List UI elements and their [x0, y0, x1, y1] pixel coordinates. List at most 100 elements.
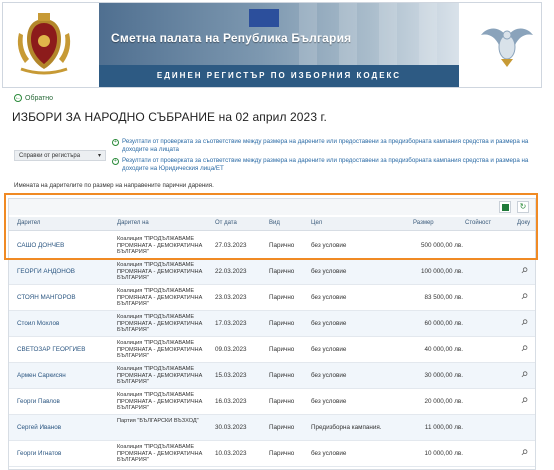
amount-cell: 100 000,00 лв. — [420, 268, 463, 275]
donor-cell: ГЕОРГИ АНДОНОВ — [17, 268, 75, 275]
donor-to-cell: Коалиция "ПРОДЪЛЖАВАМЕ ПРОМЯНАТА - ДЕМОК… — [117, 392, 203, 412]
plus-icon: + — [112, 158, 119, 165]
chevron-down-icon: ▾ — [97, 153, 101, 159]
column-header-type[interactable]: Вид — [269, 220, 280, 226]
report-link-legal-entities[interactable]: Резултати от проверката за съответствие … — [122, 157, 542, 173]
purpose-cell: без условие — [311, 268, 347, 275]
table-row[interactable]: ГЕОРГИ АНДОНОВ Коалиция "ПРОДЪЛЖАВАМЕ ПРО… — [9, 259, 535, 285]
attachment-icon[interactable]: ⚲ — [519, 291, 532, 304]
back-arrow-icon: ← — [14, 94, 22, 102]
column-header-purpose[interactable]: Цел — [311, 220, 322, 226]
table-row[interactable]: Георги Игнатов Коалиция "ПРОДЪЛЖАВАМЕ ПРО… — [9, 441, 535, 467]
eu-flag-icon — [249, 9, 279, 27]
banner-image: Сметна палата на Република България ЕДИН… — [99, 3, 459, 87]
amount-cell: 500 000,00 лв. — [420, 242, 463, 249]
purpose-cell: без условие — [311, 320, 347, 327]
export-excel-button[interactable] — [499, 201, 511, 213]
table-row[interactable]: Армен Саркисян Коалиция "ПРОДЪЛЖАВАМЕ ПРО… — [9, 363, 535, 389]
donor-to-cell: Коалиция "ПРОДЪЛЖАВАМЕ ПРОМЯНАТА - ДЕМОК… — [117, 262, 203, 282]
type-cell: Парично — [269, 424, 295, 431]
table-row[interactable]: Стоил Мохлов Коалиция "ПРОДЪЛЖАВАМЕ ПРОМЯ… — [9, 311, 535, 337]
type-cell: Парично — [269, 450, 295, 457]
purpose-cell: без условие — [311, 294, 347, 301]
table-row[interactable]: САШО ДОНЧЕВ Коалиция "ПРОДЪЛЖАВАМЕ ПРОМЯН… — [9, 233, 535, 259]
page-title: ИЗБОРИ ЗА НАРОДНО СЪБРАНИЕ на 02 април 2… — [12, 110, 327, 124]
column-header-value[interactable]: Стойност — [465, 220, 491, 226]
table-row[interactable]: Сергей Иванов Партия "БЪЛГАРСКИ ВЪЗХОД" 30… — [9, 415, 535, 441]
date-cell: 27.03.2023 — [215, 242, 247, 249]
purpose-cell: без условие — [311, 450, 347, 457]
date-cell: 17.03.2023 — [215, 320, 247, 327]
type-cell: Парично — [269, 268, 295, 275]
purpose-cell: без условие — [311, 346, 347, 353]
date-cell: 09.03.2023 — [215, 346, 247, 353]
amount-cell: 20 000,00 лв. — [424, 398, 463, 405]
attachment-icon[interactable]: ⚲ — [519, 447, 532, 460]
column-header-documents[interactable]: Доку — [517, 220, 530, 226]
table-header: Дарител Дарител на От дата Вид Цел Разме… — [9, 217, 535, 231]
table-row[interactable]: Георги Павлов Коалиция "ПРОДЪЛЖАВАМЕ ПРОМ… — [9, 389, 535, 415]
donor-cell: СТОЯН МАНГОРОВ — [17, 294, 76, 301]
amount-cell: 30 000,00 лв. — [424, 372, 463, 379]
donor-to-cell: Коалиция "ПРОДЪЛЖАВАМЕ ПРОМЯНАТА - ДЕМОК… — [117, 444, 203, 464]
coat-of-arms-icon — [17, 13, 71, 75]
donor-to-cell: Коалиция "ПРОДЪЛЖАВАМЕ ПРОМЯНАТА - ДЕМОК… — [117, 366, 203, 386]
donor-cell: САШО ДОНЧЕВ — [17, 242, 65, 249]
purpose-cell: Предизборна кампания. — [311, 424, 382, 431]
date-cell: 15.03.2023 — [215, 372, 247, 379]
amount-cell: 40 000,00 лв. — [424, 346, 463, 353]
column-header-date[interactable]: От дата — [215, 220, 237, 226]
date-cell: 16.03.2023 — [215, 398, 247, 405]
amount-cell: 11 000,00 лв. — [424, 424, 463, 431]
attachment-icon[interactable]: ⚲ — [519, 369, 532, 382]
table-row[interactable]: СТОЯН МАНГОРОВ Коалиция "ПРОДЪЛЖАВАМЕ ПРО… — [9, 285, 535, 311]
refresh-button[interactable]: ↻ — [517, 201, 529, 213]
table-row[interactable]: СВЕТОЗАР ГЕОРГИЕВ Коалиция "ПРОДЪЛЖАВАМЕ … — [9, 337, 535, 363]
report-link-individuals-row: + Резултати от проверката за съответстви… — [112, 138, 542, 154]
table-toolbar: ↻ — [9, 199, 535, 215]
donor-cell: Георги Павлов — [17, 398, 60, 405]
excel-icon — [501, 204, 509, 211]
column-header-donor[interactable]: Дарител — [17, 220, 40, 226]
register-reports-dropdown[interactable]: Справки от регистъра ▾ — [14, 150, 106, 161]
purpose-cell: без условие — [311, 398, 347, 405]
back-link[interactable]: ← Обратно — [14, 94, 53, 102]
type-cell: Парично — [269, 294, 295, 301]
date-cell: 22.03.2023 — [215, 268, 247, 275]
attachment-icon[interactable]: ⚲ — [519, 343, 532, 356]
donor-cell: Георги Игнатов — [17, 450, 62, 457]
donor-cell: Стоил Мохлов — [17, 320, 60, 327]
register-page: Сметна палата на Република България ЕДИН… — [0, 0, 554, 470]
column-header-amount[interactable]: Размер — [413, 220, 434, 226]
report-link-legal-entities-row: + Резултати от проверката за съответстви… — [112, 157, 542, 173]
donor-to-cell: Коалиция "ПРОДЪЛЖАВАМЕ ПРОМЯНАТА - ДЕМОК… — [117, 340, 203, 360]
site-title: Сметна палата на Република България — [111, 31, 352, 45]
back-link-label: Обратно — [25, 94, 54, 102]
donor-to-cell: Коалиция "ПРОДЪЛЖАВАМЕ ПРОМЯНАТА - ДЕМОК… — [117, 236, 203, 256]
donations-table: ↻ Дарител Дарител на От дата Вид Цел Раз… — [8, 198, 536, 470]
report-link-individuals[interactable]: Резултати от проверката за съответствие … — [122, 138, 542, 154]
type-cell: Парично — [269, 346, 295, 353]
eagle-logo-icon — [481, 28, 533, 67]
site-header: Сметна палата на Република България ЕДИН… — [2, 2, 542, 88]
amount-cell: 10 000,00 лв. — [424, 450, 463, 457]
donor-cell: СВЕТОЗАР ГЕОРГИЕВ — [17, 346, 86, 353]
type-cell: Парично — [269, 242, 295, 249]
plus-icon: + — [112, 139, 119, 146]
amount-cell: 60 000,00 лв. — [424, 320, 463, 327]
donor-to-cell: Коалиция "ПРОДЪЛЖАВАМЕ ПРОМЯНАТА - ДЕМОК… — [117, 288, 203, 308]
purpose-cell: без условие — [311, 242, 347, 249]
attachment-icon[interactable]: ⚲ — [519, 395, 532, 408]
type-cell: Парично — [269, 372, 295, 379]
donors-note: Имената на дарителите по размер на напра… — [14, 182, 214, 189]
attachment-icon[interactable]: ⚲ — [519, 265, 532, 278]
column-header-donor-to[interactable]: Дарител на — [117, 220, 149, 226]
site-subtitle: ЕДИНЕН РЕГИСТЪР ПО ИЗБОРНИЯ КОДЕКС — [99, 65, 459, 87]
donor-cell: Армен Саркисян — [17, 372, 66, 379]
date-cell: 10.03.2023 — [215, 450, 247, 457]
register-reports-label: Справки от регистъра — [19, 152, 81, 159]
attachment-icon[interactable]: ⚲ — [519, 317, 532, 330]
purpose-cell: без условие — [311, 372, 347, 379]
date-cell: 23.03.2023 — [215, 294, 247, 301]
date-cell: 30.03.2023 — [215, 424, 247, 431]
